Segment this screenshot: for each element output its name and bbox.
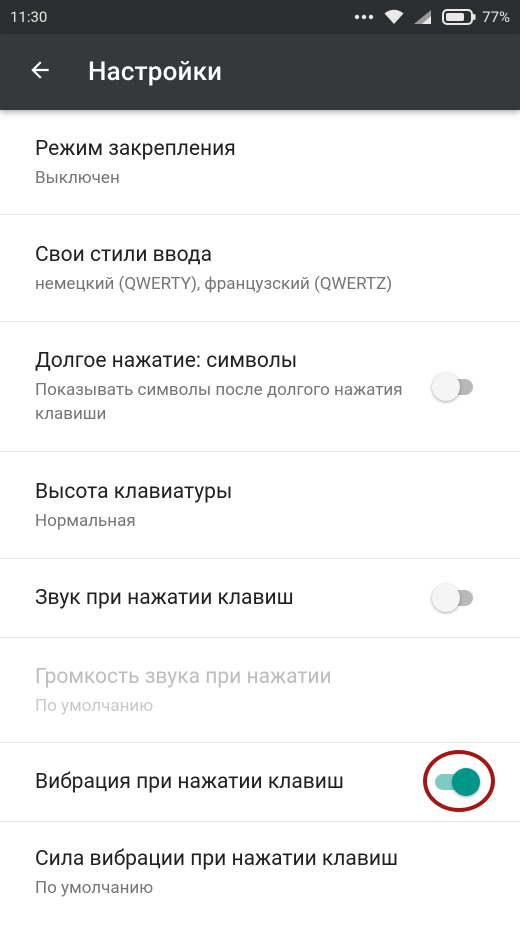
setting-key-sound[interactable]: Звук при нажатии клавиш	[0, 559, 520, 638]
app-bar: Настройки	[0, 34, 520, 110]
switch-thumb	[432, 372, 460, 401]
setting-title: Звук при нажатии клавиш	[35, 586, 294, 610]
setting-title: Громкость звука при нажатии	[35, 664, 332, 689]
setting-key-vibration[interactable]: Вибрация при нажатии клавиш	[0, 743, 520, 822]
highlight-circle-annotation	[423, 750, 495, 812]
battery-icon	[442, 9, 476, 25]
status-time: 11:30	[10, 8, 48, 26]
wifi-icon	[384, 9, 404, 25]
setting-title: Долгое нажатие: символы	[35, 349, 298, 373]
setting-keyboard-height[interactable]: Высота клавиатуры Нормальная	[0, 452, 520, 559]
setting-title: Высота клавиатуры	[35, 479, 233, 504]
battery-percent: 77%	[482, 8, 510, 26]
setting-long-press-symbols[interactable]: Долгое нажатие: символы Показывать симво…	[0, 322, 520, 452]
setting-summary: Нормальная	[35, 510, 136, 531]
arrow-back-icon	[27, 57, 53, 87]
setting-custom-input-styles[interactable]: Свои стили ввода немецкий (QWERTY), фран…	[0, 215, 520, 322]
status-icons: 77%	[354, 8, 510, 26]
setting-title: Вибрация при нажатии клавиш	[35, 770, 344, 794]
setting-pinning-mode[interactable]: Режим закрепления Выключен	[0, 110, 520, 215]
settings-list: Режим закрепления Выключен Свои стили вв…	[0, 110, 520, 922]
cell-signal-icon	[414, 10, 432, 24]
setting-summary: Выключен	[35, 167, 120, 188]
notification-dots-icon	[354, 14, 374, 20]
setting-summary: немецкий (QWERTY), французский (QWERTZ)	[35, 273, 393, 294]
back-button[interactable]	[16, 48, 64, 96]
setting-summary: По умолчанию	[35, 695, 154, 716]
setting-summary: По умолчанию	[35, 877, 154, 898]
status-bar: 11:30 77%	[0, 0, 520, 34]
battery-indicator: 77%	[442, 8, 510, 26]
setting-sound-volume: Громкость звука при нажатии По умолчанию	[0, 638, 520, 743]
setting-summary: Показывать символы после долгого нажатия…	[35, 380, 403, 424]
setting-title: Режим закрепления	[35, 136, 236, 161]
page-title: Настройки	[88, 57, 223, 87]
setting-title: Свои стили ввода	[35, 242, 213, 267]
key-sound-toggle[interactable]	[432, 584, 473, 612]
setting-title: Сила вибрации при нажатии клавиш	[35, 846, 398, 871]
switch-thumb	[432, 584, 460, 612]
long-press-symbols-toggle[interactable]	[432, 372, 473, 401]
setting-vibration-strength[interactable]: Сила вибрации при нажатии клавиш По умол…	[0, 822, 520, 922]
